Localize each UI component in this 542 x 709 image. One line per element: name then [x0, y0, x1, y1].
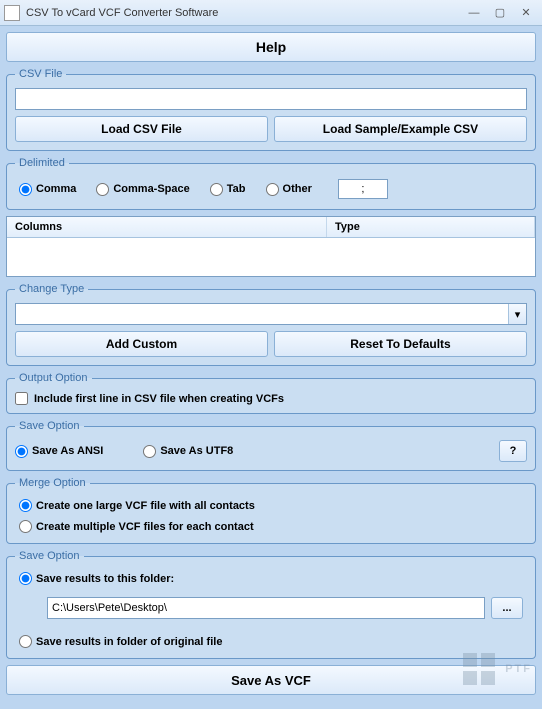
change-type-group: Change Type ▾ Add Custom Reset To Defaul… [6, 283, 536, 366]
help-button[interactable]: Help [6, 32, 536, 62]
change-type-legend: Change Type [15, 283, 88, 295]
delimited-group: Delimited Comma Comma-Space Tab Other [6, 157, 536, 210]
radio-merge-one[interactable]: Create one large VCF file with all conta… [19, 499, 523, 512]
delimited-legend: Delimited [15, 157, 69, 169]
radio-ansi[interactable]: Save As ANSI [15, 445, 103, 458]
radio-save-folder[interactable]: Save results to this folder: [19, 572, 523, 585]
columns-grid[interactable]: Columns Type [6, 216, 536, 277]
window-title: CSV To vCard VCF Converter Software [26, 7, 460, 19]
output-option-group: Output Option Include first line in CSV … [6, 372, 536, 414]
add-custom-button[interactable]: Add Custom [15, 331, 268, 357]
maximize-button[interactable]: ▢ [488, 5, 512, 21]
radio-comma-space[interactable]: Comma-Space [96, 183, 189, 196]
csv-path-input[interactable] [15, 88, 527, 110]
folder-path-input[interactable] [47, 597, 485, 619]
merge-option-group: Merge Option Create one large VCF file w… [6, 477, 536, 544]
csv-legend: CSV File [15, 68, 66, 80]
radio-save-original[interactable]: Save results in folder of original file [19, 635, 523, 648]
chevron-down-icon[interactable]: ▾ [508, 304, 526, 324]
reset-defaults-button[interactable]: Reset To Defaults [274, 331, 527, 357]
save-encoding-group: Save Option Save As ANSI Save As UTF8 ? [6, 420, 536, 471]
radio-tab[interactable]: Tab [210, 183, 246, 196]
grid-body[interactable] [7, 238, 535, 276]
close-button[interactable]: ✕ [514, 5, 538, 21]
other-delim-input[interactable] [338, 179, 388, 199]
minimize-button[interactable]: — [462, 5, 486, 21]
content-area: Help CSV File Load CSV File Load Sample/… [0, 26, 542, 701]
merge-legend: Merge Option [15, 477, 90, 489]
save-as-vcf-button[interactable]: Save As VCF [6, 665, 536, 695]
radio-utf8[interactable]: Save As UTF8 [143, 445, 233, 458]
radio-comma[interactable]: Comma [19, 183, 76, 196]
save-loc-legend: Save Option [15, 550, 84, 562]
col-header-type: Type [327, 217, 535, 237]
type-combo-input[interactable] [16, 304, 508, 324]
output-legend: Output Option [15, 372, 92, 384]
encoding-help-button[interactable]: ? [499, 440, 527, 462]
load-sample-button[interactable]: Load Sample/Example CSV [274, 116, 527, 142]
app-icon [4, 5, 20, 21]
include-first-line-checkbox[interactable]: Include first line in CSV file when crea… [15, 392, 527, 405]
csv-file-group: CSV File Load CSV File Load Sample/Examp… [6, 68, 536, 151]
load-csv-button[interactable]: Load CSV File [15, 116, 268, 142]
save-location-group: Save Option Save results to this folder:… [6, 550, 536, 659]
titlebar: CSV To vCard VCF Converter Software — ▢ … [0, 0, 542, 26]
radio-merge-multi[interactable]: Create multiple VCF files for each conta… [19, 520, 523, 533]
grid-header: Columns Type [7, 217, 535, 238]
save-enc-legend: Save Option [15, 420, 84, 432]
browse-button[interactable]: ... [491, 597, 523, 619]
col-header-columns: Columns [7, 217, 327, 237]
radio-other[interactable]: Other [266, 183, 312, 196]
type-combo[interactable]: ▾ [15, 303, 527, 325]
